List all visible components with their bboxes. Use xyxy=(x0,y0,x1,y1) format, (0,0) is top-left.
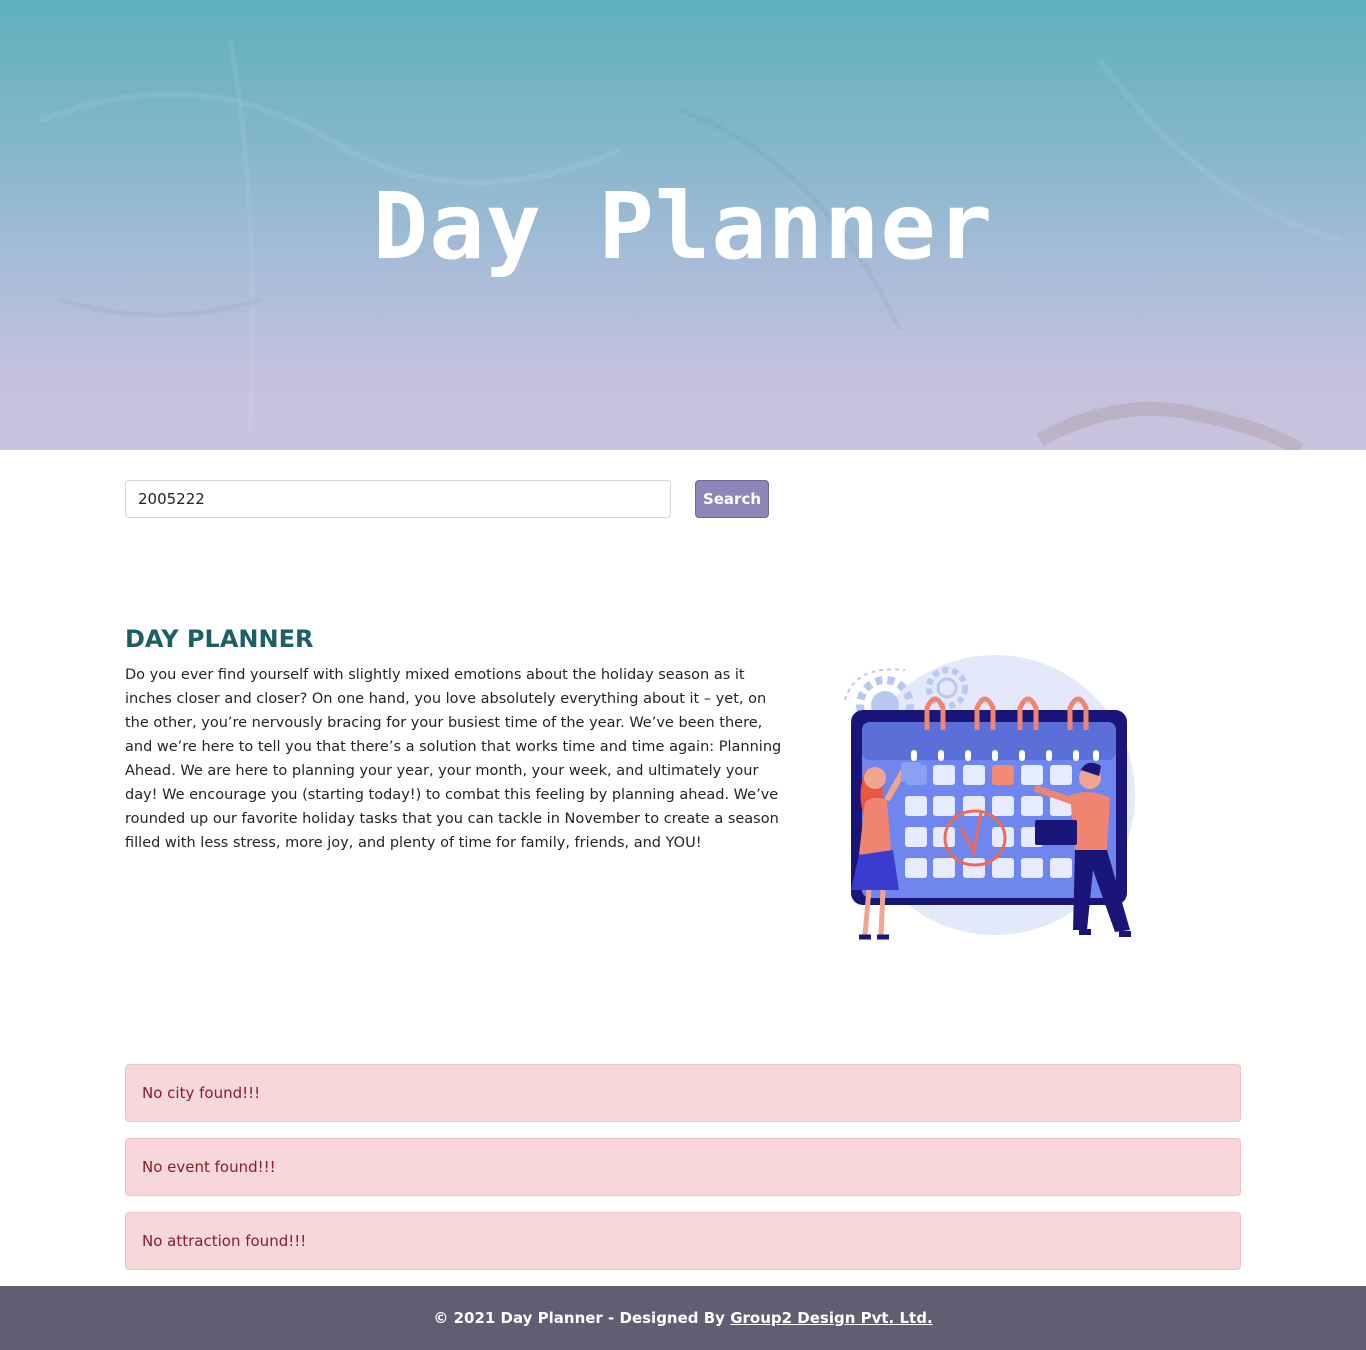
alert-no-city: No city found!!! xyxy=(125,1064,1241,1122)
intro-paragraph: Do you ever find yourself with slightly … xyxy=(125,667,782,851)
footer: © 2021 Day Planner - Designed By Group2 … xyxy=(0,1286,1366,1350)
search-button[interactable]: Search xyxy=(695,480,769,518)
alert-no-attraction: No attraction found!!! xyxy=(125,1212,1241,1270)
footer-copyright: © 2021 Day Planner - Designed By xyxy=(433,1309,731,1327)
section-heading: DAY PLANNER xyxy=(125,625,314,653)
alert-no-event: No event found!!! xyxy=(125,1138,1241,1196)
hero-banner: Day Planner xyxy=(0,0,1366,450)
hero-title: Day Planner xyxy=(372,173,994,280)
calendar-planning-illustration xyxy=(844,655,1135,940)
footer-designer-link[interactable]: Group2 Design Pvt. Ltd. xyxy=(730,1309,932,1327)
search-input[interactable] xyxy=(125,480,671,518)
